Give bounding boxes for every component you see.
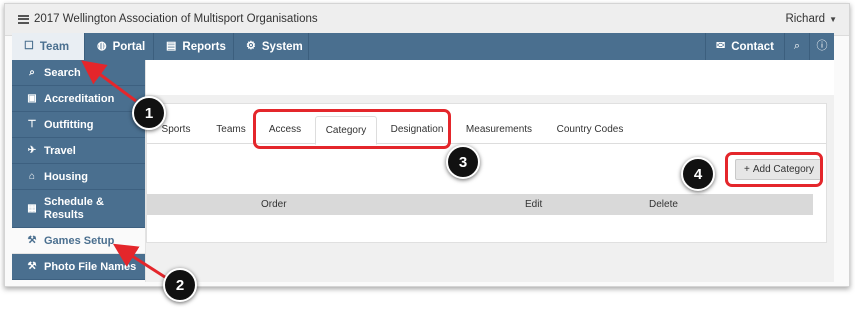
arrow-to-team-tab	[81, 60, 137, 103]
arrow-to-games-setup	[112, 243, 169, 281]
annotation-arrows	[81, 60, 169, 281]
callout-3: 3	[446, 145, 480, 179]
callout-2: 2	[163, 268, 197, 302]
callout-1: 1	[132, 96, 166, 130]
callout-4: 4	[681, 157, 715, 191]
